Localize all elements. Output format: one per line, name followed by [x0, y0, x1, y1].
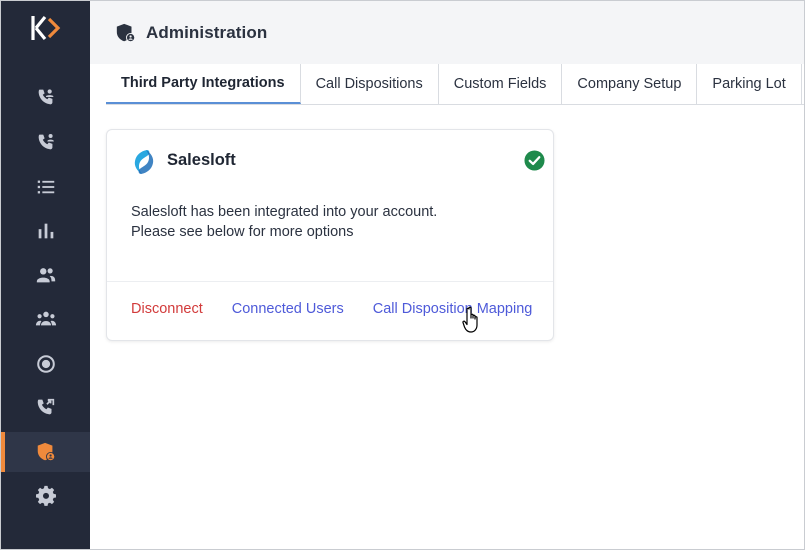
call-disposition-mapping-link[interactable]: Call Disposition Mapping [373, 301, 533, 317]
tab-call-dispositions[interactable]: Call Dispositions [301, 64, 439, 104]
admin-shield-icon [37, 442, 55, 462]
sidebar-item-users[interactable] [1, 255, 90, 295]
page-title: Administration [146, 23, 268, 42]
integration-card: Salesloft Salesloft has been integrated … [106, 129, 554, 341]
sidebar-item-reports[interactable] [1, 211, 90, 251]
page-header: Administration [90, 1, 804, 64]
bar-chart-icon [38, 223, 53, 239]
record-icon [36, 355, 55, 373]
call-forward-icon [37, 398, 54, 415]
salesloft-logo-icon [134, 150, 154, 174]
sidebar-item-call-routing[interactable] [1, 387, 90, 427]
integration-name: Salesloft [167, 151, 236, 169]
sidebar-item-administration[interactable] [1, 432, 90, 472]
sidebar-item-settings[interactable] [1, 476, 90, 516]
team-icon [35, 311, 56, 326]
connected-users-link[interactable]: Connected Users [232, 301, 344, 317]
description-line: Please see below for more options [131, 224, 354, 240]
tab-bar: Third Party Integrations Call Dispositio… [106, 64, 804, 105]
check-circle-icon [524, 150, 545, 171]
sidebar-item-recordings[interactable] [1, 344, 90, 384]
hand-cursor-icon [462, 306, 478, 333]
app-logo[interactable] [29, 13, 63, 43]
sidebar [1, 1, 90, 549]
admin-shield-icon [116, 23, 136, 43]
tab-custom-fields[interactable]: Custom Fields [439, 64, 563, 104]
gear-icon [35, 485, 56, 506]
tab-company-setup[interactable]: Company Setup [562, 64, 698, 104]
list-icon [37, 180, 54, 194]
sidebar-item-contacts[interactable] [1, 77, 90, 117]
sidebar-item-teams[interactable] [1, 299, 90, 339]
tab-third-party-integrations[interactable]: Third Party Integrations [106, 64, 301, 104]
app-window: Administration Third Party Integrations … [0, 0, 805, 550]
disconnect-button[interactable]: Disconnect [131, 301, 203, 317]
sidebar-item-lists[interactable] [1, 167, 90, 207]
card-divider [107, 281, 553, 282]
description-line: Salesloft has been integrated into your … [131, 204, 438, 220]
phone-contacts-icon [38, 89, 53, 105]
users-icon [36, 268, 55, 283]
phone-user-icon [38, 134, 54, 150]
tab-parking-lot[interactable]: Parking Lot [697, 64, 802, 104]
integration-description: Salesloft has been integrated into your … [131, 202, 437, 242]
sidebar-item-calls[interactable] [1, 122, 90, 162]
